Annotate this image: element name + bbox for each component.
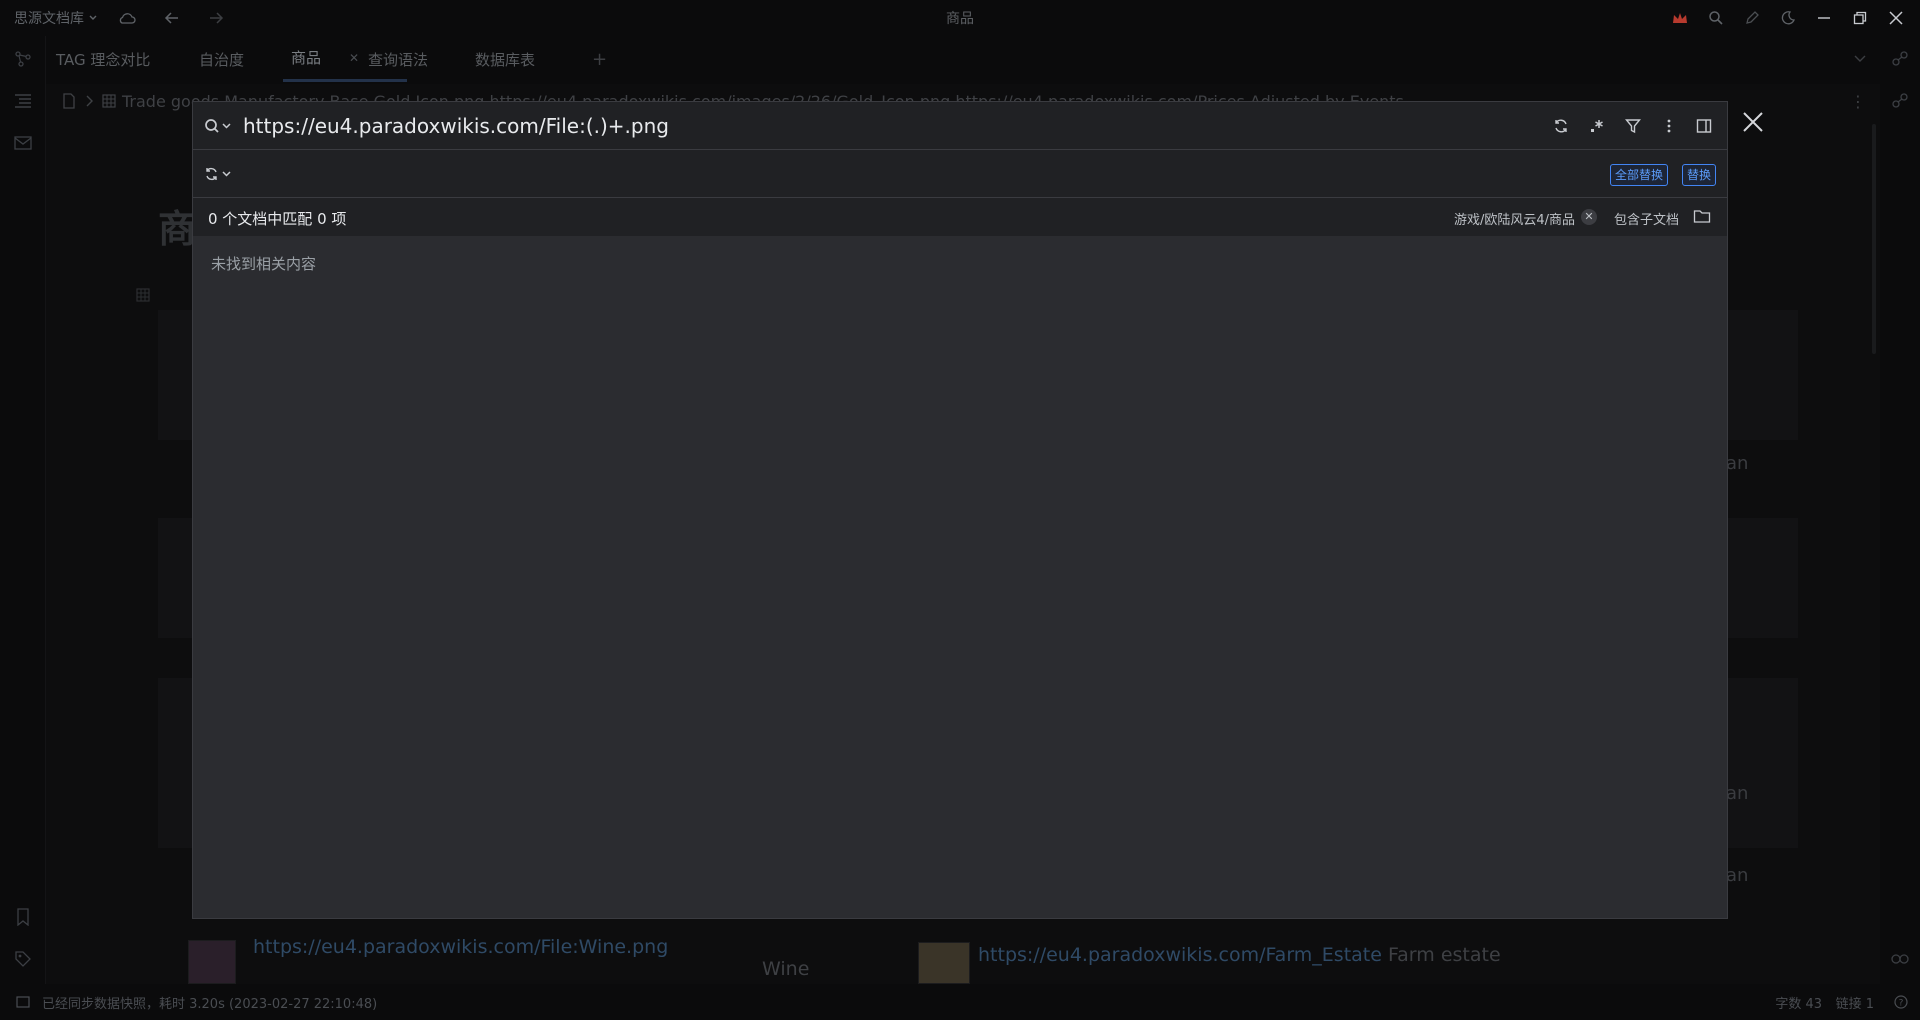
workspace-switcher[interactable]: 思源文档库: [14, 8, 98, 28]
wine-label: Wine: [762, 958, 810, 980]
tab-label: 数据库表: [475, 50, 536, 69]
word-count: 字数 43: [1775, 996, 1822, 1012]
tab-bar: TAG 理念对比 自治度 商品 ✕ 查询语法 数据库表 +: [46, 36, 1880, 84]
tab-label: 查询语法: [368, 50, 429, 69]
folder-icon[interactable]: [1693, 208, 1713, 226]
svg-text:?: ?: [1899, 999, 1904, 1009]
status-bar: 已经同步数据快照，耗时 3.20s (2023-02-27 22:10:48) …: [0, 984, 1920, 1020]
new-tab-button[interactable]: +: [592, 36, 607, 82]
replace-button[interactable]: 替换: [1682, 164, 1717, 186]
more-icon[interactable]: ⋮: [1850, 92, 1866, 111]
regex-icon[interactable]: [1586, 115, 1608, 137]
panel-icon[interactable]: [1693, 115, 1715, 137]
tab-database[interactable]: 数据库表: [475, 36, 535, 82]
tab-label: 商品: [291, 49, 322, 67]
workspace-name: 思源文档库: [14, 11, 84, 27]
search-input[interactable]: [243, 110, 1483, 142]
bookmark-icon[interactable]: [12, 906, 34, 928]
tab-label: TAG 理念对比: [56, 50, 151, 69]
replace-options-button[interactable]: [201, 163, 237, 185]
result-summary-row: 0 个文档中匹配 0 项 游戏/欧陆风云4/商品 ✕ 包含子文档: [193, 198, 1727, 236]
table-icon: [136, 288, 150, 302]
filter-icon[interactable]: [1622, 115, 1644, 137]
more-icon[interactable]: [1658, 115, 1680, 137]
inbox-icon[interactable]: [12, 132, 34, 154]
farm-estate-suffix: Farm estate: [1387, 944, 1501, 966]
scope-path[interactable]: 游戏/欧陆风云4/商品: [1454, 209, 1575, 228]
left-dock: [0, 36, 46, 984]
scrollbar[interactable]: [1872, 124, 1876, 354]
close-window-button[interactable]: [1878, 0, 1914, 36]
farm-estate-url: https://eu4.paradoxwikis.com/Farm_Estate: [978, 944, 1382, 966]
empty-result-message: 未找到相关内容: [211, 255, 317, 273]
backlinks-icon[interactable]: [1889, 48, 1911, 70]
tab-list-chevron-icon[interactable]: [1854, 36, 1866, 82]
farm-estate-image: [918, 942, 970, 984]
doc-icon[interactable]: [62, 93, 76, 109]
result-count: 0 个文档中匹配 0 项: [208, 210, 347, 228]
crown-icon[interactable]: [1662, 0, 1698, 36]
close-dialog-button[interactable]: [1741, 110, 1767, 136]
right-dock: [1880, 36, 1920, 984]
link-count: 链接 1: [1835, 996, 1874, 1012]
replace-all-button[interactable]: 全部替换: [1610, 164, 1669, 186]
graph-view-icon[interactable]: [1889, 90, 1911, 112]
text-fragment: an: [1726, 865, 1749, 886]
chevron-right-icon: [86, 95, 94, 107]
back-arrow-icon[interactable]: [164, 11, 180, 25]
farm-estate-link[interactable]: https://eu4.paradoxwikis.com/Farm_Estate…: [978, 944, 1501, 966]
tab-query-syntax[interactable]: 查询语法: [368, 36, 428, 82]
wine-image: [188, 940, 236, 984]
refresh-icon[interactable]: [1550, 115, 1572, 137]
tab-autonomy[interactable]: 自治度: [199, 36, 244, 82]
outline-icon[interactable]: [12, 90, 34, 112]
clear-scope-icon[interactable]: ✕: [1581, 209, 1597, 225]
forward-arrow-icon[interactable]: [208, 11, 224, 25]
search-dialog: 全部替换 替换 0 个文档中匹配 0 项 游戏/欧陆风云4/商品 ✕ 包含子文档…: [192, 101, 1728, 919]
tab-close-icon[interactable]: ✕: [349, 51, 359, 65]
cloud-sync-icon[interactable]: [118, 11, 136, 25]
replace-input[interactable]: [243, 158, 1543, 190]
pencil-icon[interactable]: [1734, 0, 1770, 36]
text-fragment: an: [1726, 783, 1749, 804]
restore-button[interactable]: [1842, 0, 1878, 36]
moon-icon[interactable]: [1770, 0, 1806, 36]
window-title: 商品: [946, 11, 974, 27]
search-options-button[interactable]: [201, 115, 237, 137]
title-bar: 思源文档库 商品: [0, 0, 1920, 36]
status-icon[interactable]: [16, 996, 30, 1008]
search-icon[interactable]: [1698, 0, 1734, 36]
link-icon[interactable]: [1889, 948, 1911, 970]
graph-icon[interactable]: [12, 48, 34, 70]
doc-title-fragment: 商: [158, 207, 197, 251]
tab-label: 自治度: [199, 50, 245, 69]
search-row: [193, 102, 1727, 150]
text-fragment: an: [1726, 453, 1749, 474]
include-subdocs-toggle[interactable]: 包含子文档: [1614, 209, 1679, 228]
replace-row: 全部替换 替换: [193, 150, 1727, 198]
table-icon: [102, 94, 116, 108]
minimize-button[interactable]: [1806, 0, 1842, 36]
chevron-down-icon: [89, 15, 97, 20]
wine-file-link[interactable]: https://eu4.paradoxwikis.com/File:Wine.p…: [253, 936, 668, 958]
tab-tag-comparison[interactable]: TAG 理念对比: [56, 36, 150, 82]
tag-icon[interactable]: [12, 948, 34, 970]
sync-status: 已经同步数据快照，耗时 3.20s (2023-02-27 22:10:48): [42, 996, 378, 1012]
help-icon[interactable]: ?: [1894, 995, 1908, 1009]
